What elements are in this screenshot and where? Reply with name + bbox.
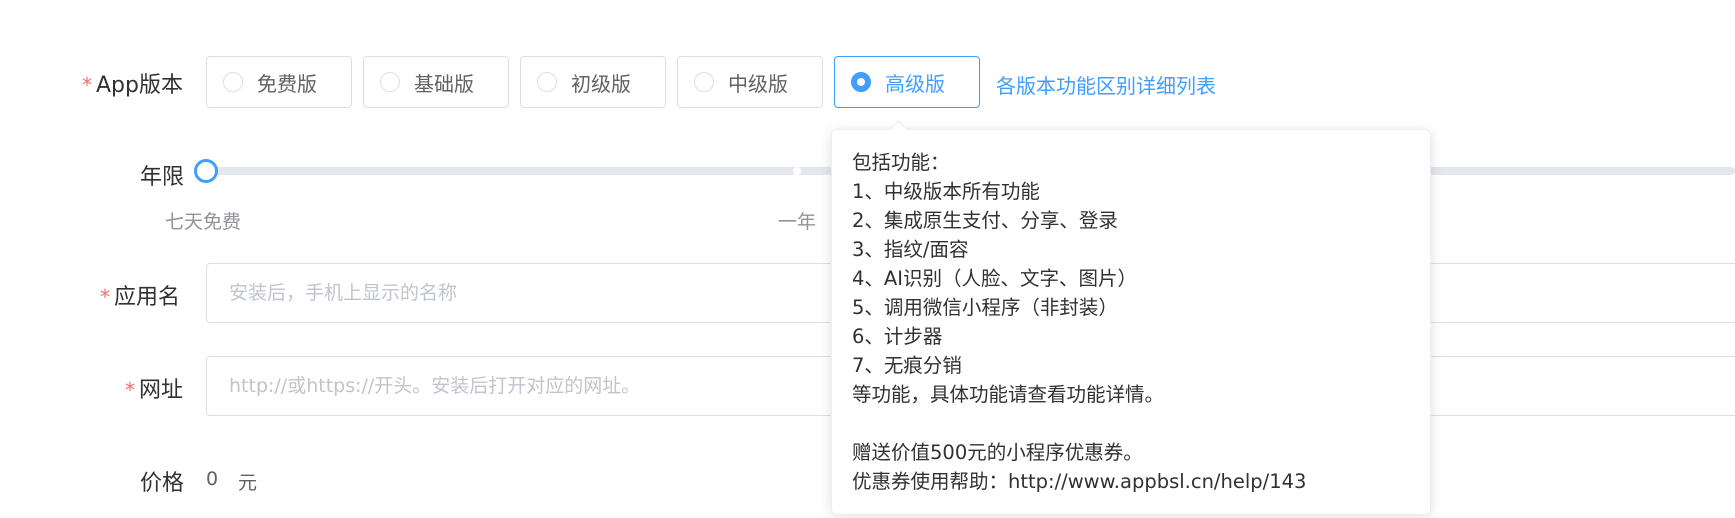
tooltip-line: 包括功能： (852, 151, 950, 174)
price-label: 价格 (140, 471, 185, 496)
term-slider-stop (793, 167, 801, 175)
tooltip-line: 7、无痕分销 (852, 354, 962, 377)
app-name-label: * 应用名 (100, 279, 180, 311)
tooltip-line: 等功能，具体功能请查看功能详情。 (852, 383, 1165, 406)
price-unit: 元 (238, 472, 258, 494)
tooltip-line: 优惠券使用帮助：http://www.appbsl.cn/help/143 (852, 470, 1307, 493)
required-mark: * (100, 285, 110, 309)
radio-basic[interactable]: 基础版 (363, 56, 509, 108)
tooltip-line (852, 409, 1410, 438)
radio-circle-icon (537, 72, 557, 92)
tooltip-arrow (889, 120, 908, 139)
tooltip-line: 5、调用微信小程序（非封装） (852, 296, 1118, 319)
radio-checked-icon (851, 72, 871, 92)
radio-advanced[interactable]: 高级版 (834, 56, 980, 108)
version-compare-link[interactable]: 各版本功能区别详细列表 (996, 70, 1216, 99)
tooltip-line: 6、计步器 (852, 325, 943, 348)
version-label: * App版本 (82, 67, 183, 99)
radio-circle-icon (223, 72, 243, 92)
term-mark-free: 七天免费 (165, 211, 242, 233)
url-label-text: 网址 (139, 378, 184, 403)
radio-intermediate[interactable]: 中级版 (677, 56, 823, 108)
radio-label: 初级版 (571, 71, 631, 96)
radio-label: 基础版 (414, 71, 474, 96)
tooltip-line: 赠送价值500元的小程序优惠券。 (852, 441, 1143, 464)
tooltip-line: 4、AI识别（人脸、文字、图片） (852, 267, 1137, 290)
tooltip-line: 2、集成原生支付、分享、登录 (852, 209, 1118, 232)
url-label: * 网址 (125, 372, 183, 404)
app-name-label-text: 应用名 (114, 285, 181, 310)
required-mark: * (82, 73, 92, 97)
required-mark: * (125, 378, 135, 402)
radio-label: 高级版 (885, 71, 945, 96)
version-features-tooltip: 包括功能： 1、中级版本所有功能 2、集成原生支付、分享、登录 3、指纹/面容 … (831, 120, 1431, 515)
tooltip-line: 3、指纹/面容 (852, 238, 969, 261)
radio-circle-icon (694, 72, 714, 92)
term-label: 年限 (140, 165, 185, 190)
tooltip-line: 1、中级版本所有功能 (852, 180, 1040, 203)
radio-starter[interactable]: 初级版 (520, 56, 666, 108)
radio-label: 免费版 (257, 71, 317, 96)
radio-free[interactable]: 免费版 (206, 56, 352, 108)
version-label-text: App版本 (96, 73, 183, 98)
term-mark-year: 一年 (778, 211, 817, 233)
price-value: 0 (206, 468, 219, 490)
radio-circle-icon (380, 72, 400, 92)
radio-label: 中级版 (728, 71, 788, 96)
term-slider-handle[interactable] (194, 159, 218, 183)
